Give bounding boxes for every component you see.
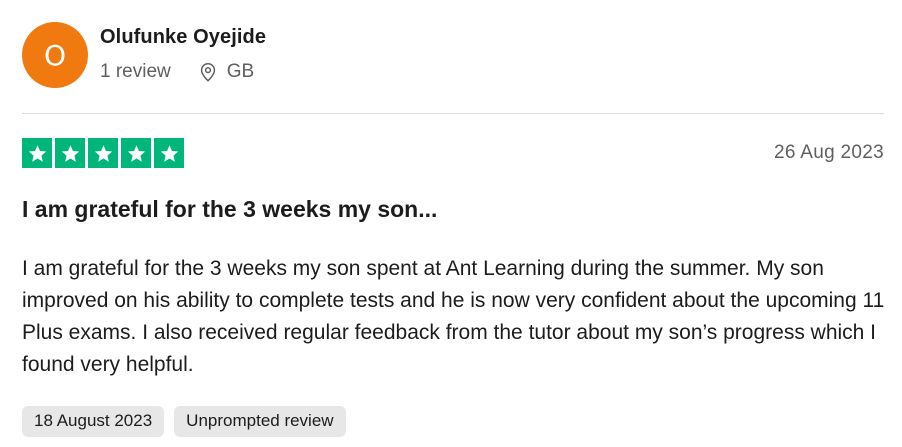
reviewer-country: GB [226, 61, 255, 82]
reviewer-location: GB [197, 61, 254, 83]
star-icon [154, 138, 184, 168]
review-count: 1 review [100, 61, 171, 82]
avatar-initial: O [43, 38, 67, 72]
star-rating [22, 138, 187, 168]
review-tags: 18 August 2023 Unprompted review [22, 406, 356, 437]
review-title[interactable]: I am grateful for the 3 weeks my son... [22, 196, 437, 223]
review-date: 26 Aug 2023 [773, 142, 884, 163]
star-icon [55, 138, 85, 168]
location-pin-icon [197, 61, 219, 83]
experience-date-badge: 18 August 2023 [22, 406, 165, 437]
reviewer-name[interactable]: Olufunke Oyejide [100, 26, 266, 49]
reviewer-info: Olufunke Oyejide 1 review GB [100, 22, 266, 83]
reviewer-meta: 1 review GB [100, 61, 266, 83]
star-icon [121, 138, 151, 168]
avatar[interactable]: O [22, 22, 88, 88]
header-divider [22, 113, 884, 114]
star-icon [88, 138, 118, 168]
star-icon [22, 138, 52, 168]
unprompted-review-badge[interactable]: Unprompted review [174, 406, 346, 437]
reviewer-header: O Olufunke Oyejide 1 review GB [22, 22, 266, 88]
review-body: I am grateful for the 3 weeks my son spe… [22, 257, 885, 376]
